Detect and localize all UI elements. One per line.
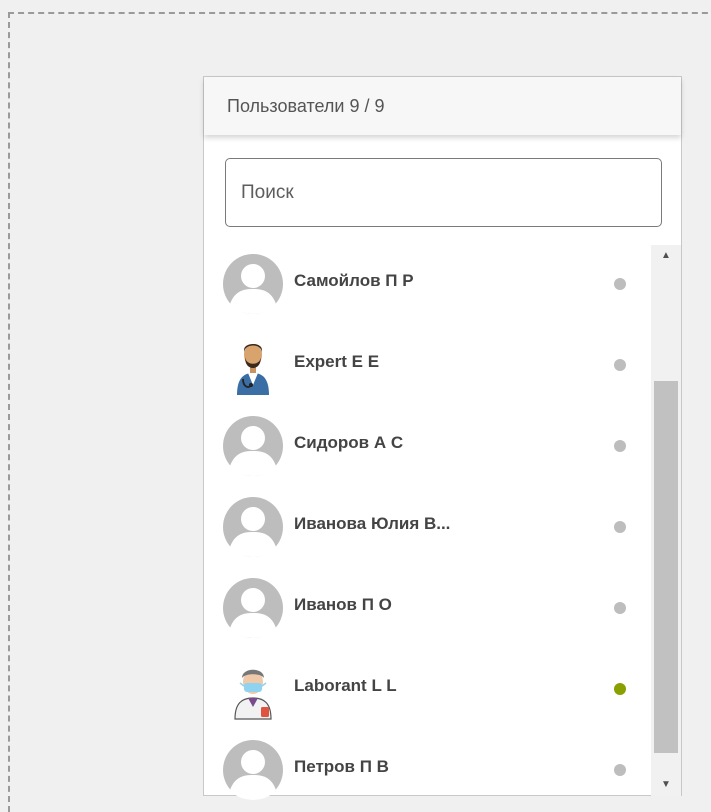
default-avatar-icon: [223, 497, 283, 557]
user-name: Laborant L L: [294, 676, 397, 695]
default-avatar-icon: [223, 416, 283, 476]
lab-assistant-avatar-icon: [234, 669, 272, 720]
status-dot: [614, 764, 626, 776]
user-row[interactable]: Самойлов П Р: [204, 245, 650, 326]
user-row[interactable]: Иванов П О: [204, 569, 650, 650]
user-name: Сидоров А С: [294, 433, 404, 452]
user-name: Иванов П О: [294, 595, 392, 614]
triangle-up-icon[interactable]: ▲: [651, 245, 681, 267]
user-row[interactable]: Иванова Юлия В...: [204, 488, 650, 569]
status-dot: [614, 521, 626, 533]
user-row[interactable]: Сидоров А С: [204, 407, 650, 488]
scrollbar-thumb[interactable]: [654, 381, 678, 753]
status-dot: [614, 359, 626, 371]
search-input[interactable]: [225, 158, 662, 227]
list-scrollbar[interactable]: ▲ ▼: [651, 245, 681, 796]
user-row[interactable]: Expert E E: [204, 326, 650, 407]
default-avatar-icon: [223, 578, 283, 638]
user-row[interactable]: Петров П В: [204, 731, 650, 812]
user-name: Самойлов П Р: [294, 271, 414, 290]
user-row[interactable]: Laborant L L: [204, 650, 650, 731]
status-dot: [614, 278, 626, 290]
user-name: Expert E E: [294, 352, 380, 371]
status-dot: [614, 683, 626, 695]
status-dot: [614, 602, 626, 614]
status-dot: [614, 440, 626, 452]
panel-title: Пользователи 9 / 9: [204, 77, 681, 135]
default-avatar-icon: [223, 254, 283, 314]
search-container: [225, 158, 662, 227]
users-panel: Пользователи 9 / 9 Самойлов П Р: [203, 76, 682, 800]
user-name: Иванова Юлия В...: [294, 514, 451, 533]
doctor-avatar-icon: [237, 344, 269, 395]
default-avatar-icon: [223, 740, 283, 800]
triangle-down-icon[interactable]: ▼: [651, 774, 681, 796]
user-name: Петров П В: [294, 757, 389, 776]
